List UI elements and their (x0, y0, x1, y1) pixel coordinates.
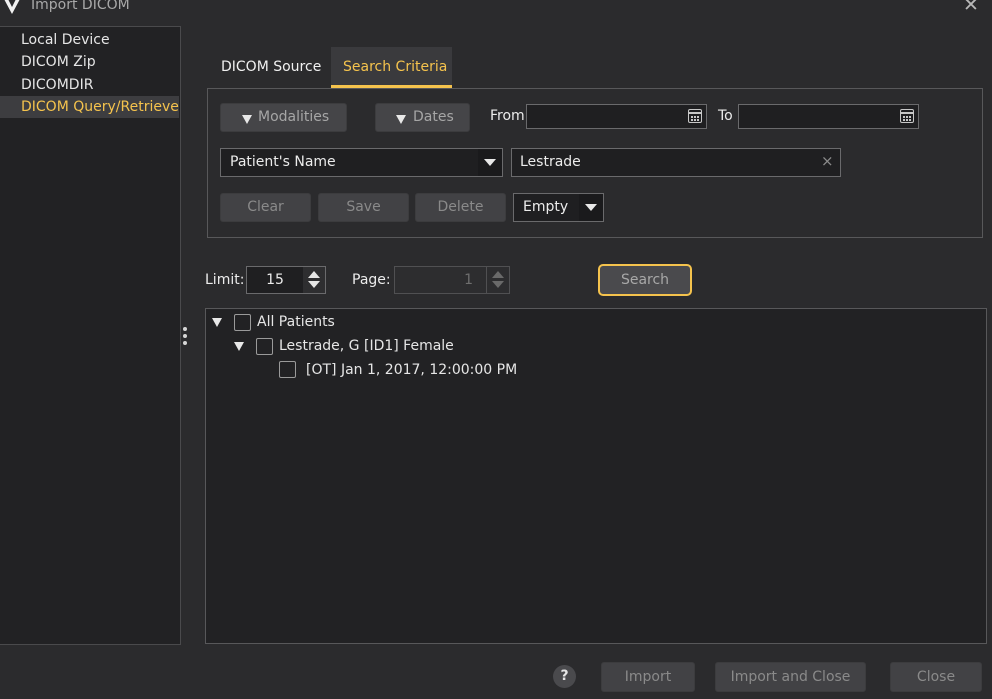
tab-search-criteria[interactable]: Search Criteria (331, 47, 452, 88)
dates-label: Dates (413, 109, 454, 125)
limit-value: 15 (266, 272, 284, 288)
patient-checkbox[interactable] (256, 338, 273, 355)
sidebar-item-dicom-zip[interactable]: DICOM Zip (0, 51, 179, 73)
study-row-label: [OT] Jan 1, 2017, 12:00:00 PM (306, 362, 518, 378)
chevron-down-icon (585, 204, 597, 211)
tree-root-label: All Patients (257, 314, 335, 330)
modalities-dropdown-button[interactable]: Modalities (220, 103, 347, 132)
close-button[interactable]: Close (890, 662, 982, 692)
clear-input-icon[interactable]: × (821, 152, 834, 170)
source-sidebar: Local Device DICOM Zip DICOMDIR DICOM Qu… (0, 26, 181, 645)
sidebar-item-local-device[interactable]: Local Device (0, 29, 179, 51)
triangle-down-icon (396, 115, 406, 124)
from-label: From (490, 108, 525, 124)
splitter-handle[interactable] (183, 327, 187, 347)
results-tree: All Patients Lestrade, G [ID1] Female [O… (205, 308, 987, 644)
preset-select-value: Empty (523, 199, 569, 215)
arrow-down-icon[interactable] (492, 281, 504, 288)
study-checkbox[interactable] (279, 361, 296, 378)
arrow-down-icon[interactable] (308, 281, 320, 288)
to-label: To (718, 108, 733, 124)
search-button[interactable]: Search (598, 264, 692, 296)
help-icon[interactable]: ? (553, 665, 576, 688)
page-value: 1 (464, 272, 473, 288)
search-field-select[interactable]: Patient's Name (220, 148, 503, 177)
calendar-icon[interactable] (688, 109, 702, 123)
search-value-text: Lestrade (520, 154, 581, 170)
tab-dicom-source[interactable]: DICOM Source (209, 47, 333, 88)
title-bar (0, 0, 992, 18)
import-button[interactable]: Import (601, 662, 695, 692)
clear-button[interactable]: Clear (220, 193, 311, 222)
sidebar-item-dicom-query-retrieve[interactable]: DICOM Query/Retrieve (0, 96, 179, 118)
save-button[interactable]: Save (318, 193, 409, 222)
select-arrow (579, 194, 603, 221)
limit-label: Limit: (205, 272, 245, 288)
search-value-input[interactable]: Lestrade × (511, 148, 841, 177)
window-title: Import DICOM (31, 0, 130, 13)
delete-button[interactable]: Delete (415, 193, 506, 222)
all-patients-checkbox[interactable] (234, 314, 251, 331)
arrow-up-icon[interactable] (492, 271, 504, 278)
triangle-down-icon (242, 115, 252, 124)
import-and-close-button[interactable]: Import and Close (715, 662, 866, 692)
limit-stepper[interactable] (303, 267, 325, 293)
patient-row-label: Lestrade, G [ID1] Female (279, 338, 454, 354)
modalities-label: Modalities (258, 109, 330, 125)
dates-dropdown-button[interactable]: Dates (375, 103, 470, 132)
close-window-icon[interactable]: ✕ (963, 0, 979, 15)
page-spinbox[interactable]: 1 (394, 266, 510, 294)
preset-select[interactable]: Empty (513, 193, 604, 222)
calendar-icon[interactable] (900, 109, 914, 123)
to-date-field[interactable] (738, 104, 919, 129)
page-stepper[interactable] (486, 267, 509, 293)
expand-triangle-icon[interactable] (234, 342, 244, 351)
select-arrow (478, 149, 502, 176)
page-label: Page: (352, 272, 391, 288)
sidebar-item-dicomdir[interactable]: DICOMDIR (0, 74, 179, 96)
arrow-up-icon[interactable] (308, 271, 320, 278)
from-date-field[interactable] (526, 104, 707, 129)
expand-triangle-icon[interactable] (212, 318, 222, 327)
search-field-select-value: Patient's Name (230, 154, 336, 170)
app-v-logo-icon (4, 0, 20, 14)
limit-spinbox[interactable]: 15 (246, 266, 326, 294)
chevron-down-icon (484, 159, 496, 166)
